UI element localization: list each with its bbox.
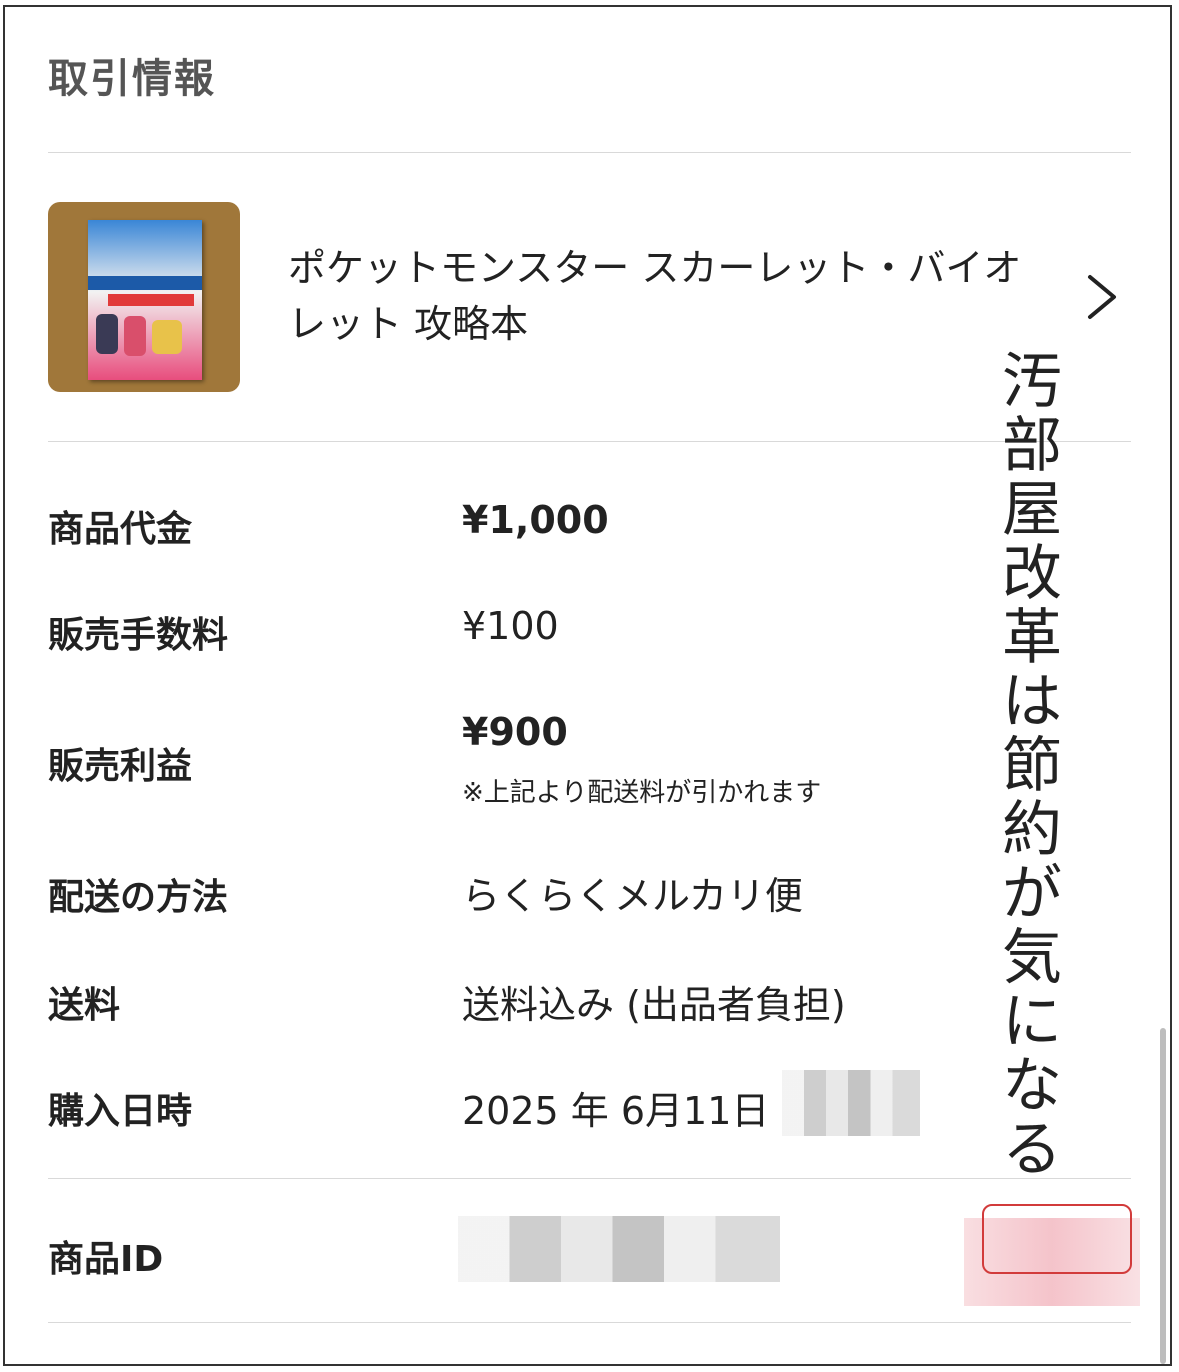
product-title[interactable]: ポケットモンスター スカーレット・バイオレット 攻略本	[288, 240, 1028, 352]
product-thumbnail[interactable]	[48, 202, 240, 392]
scrollbar[interactable]	[1160, 1028, 1166, 1364]
chevron-right-icon[interactable]	[1082, 273, 1122, 321]
redacted-time	[782, 1070, 920, 1136]
divider	[48, 152, 1131, 153]
shipping-deduction-note: ※上記より配送料が引かれます	[462, 778, 822, 808]
value-shipping-fee: 送料込み (出品者負担)	[462, 983, 846, 1027]
divider	[48, 441, 1131, 442]
label-sales-fee: 販売手数料	[48, 615, 229, 656]
label-shipping-method: 配送の方法	[48, 877, 229, 918]
label-purchase-date: 購入日時	[48, 1091, 193, 1132]
redacted-item-id	[458, 1216, 780, 1282]
label-sales-profit: 販売利益	[48, 746, 193, 787]
value-item-price: ¥1,000	[462, 498, 609, 542]
divider	[48, 1178, 1131, 1179]
book-cover-image	[88, 220, 202, 380]
value-purchase-date: 2025 年 6月11日	[462, 1089, 770, 1133]
divider	[48, 1322, 1131, 1323]
section-title: 取引情報	[48, 56, 216, 102]
label-item-price: 商品代金	[48, 509, 193, 550]
value-shipping-method: らくらくメルカリ便	[462, 874, 803, 918]
handwritten-overlay-text: 汚部屋改革は節約が気になる	[1002, 347, 1062, 1185]
copy-button[interactable]	[982, 1204, 1132, 1274]
label-shipping-fee: 送料	[48, 985, 121, 1026]
label-item-id: 商品ID	[48, 1239, 164, 1280]
value-sales-profit: ¥900	[462, 710, 568, 754]
value-sales-fee: ¥100	[462, 604, 559, 648]
